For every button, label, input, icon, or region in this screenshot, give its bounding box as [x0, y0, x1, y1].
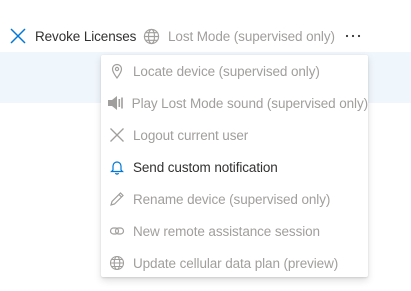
close-x-icon	[8, 26, 28, 46]
location-pin-icon	[107, 61, 127, 81]
pencil-icon	[107, 189, 127, 209]
lost-mode-button[interactable]: Lost Mode (supervised only)	[141, 22, 335, 50]
menu-item-logout-user[interactable]: Logout current user	[101, 119, 368, 151]
menu-item-label: New remote assistance session	[133, 223, 320, 239]
menu-item-update-cellular-plan[interactable]: Update cellular data plan (preview)	[101, 247, 368, 279]
menu-item-label: Rename device (supervised only)	[133, 191, 331, 207]
speaker-icon	[107, 93, 126, 113]
menu-item-label: Play Lost Mode sound (supervised only)	[131, 95, 368, 111]
globe-icon	[107, 253, 127, 273]
more-actions-button[interactable]	[343, 22, 363, 50]
revoke-licenses-button[interactable]: Revoke Licenses	[8, 22, 136, 50]
menu-item-label: Update cellular data plan (preview)	[133, 255, 339, 271]
link-icon	[107, 221, 127, 241]
close-x-icon	[107, 125, 127, 145]
ellipsis-icon	[345, 34, 361, 38]
menu-item-remote-assistance[interactable]: New remote assistance session	[101, 215, 368, 247]
more-actions-menu: Locate device (supervised only) Play Los…	[101, 55, 368, 277]
globe-icon	[141, 26, 161, 46]
menu-item-locate-device[interactable]: Locate device (supervised only)	[101, 55, 368, 87]
menu-item-rename-device[interactable]: Rename device (supervised only)	[101, 183, 368, 215]
bell-icon	[107, 157, 127, 177]
revoke-licenses-label: Revoke Licenses	[35, 28, 137, 44]
command-bar: Revoke Licenses Lost Mode (supervised on…	[0, 0, 411, 52]
lost-mode-label: Lost Mode (supervised only)	[168, 28, 335, 44]
menu-item-label: Logout current user	[133, 127, 249, 143]
menu-item-label: Send custom notification	[133, 159, 278, 175]
menu-item-label: Locate device (supervised only)	[133, 63, 320, 79]
menu-item-send-custom-notification[interactable]: Send custom notification	[101, 151, 368, 183]
menu-item-play-lost-mode-sound[interactable]: Play Lost Mode sound (supervised only)	[101, 87, 368, 119]
